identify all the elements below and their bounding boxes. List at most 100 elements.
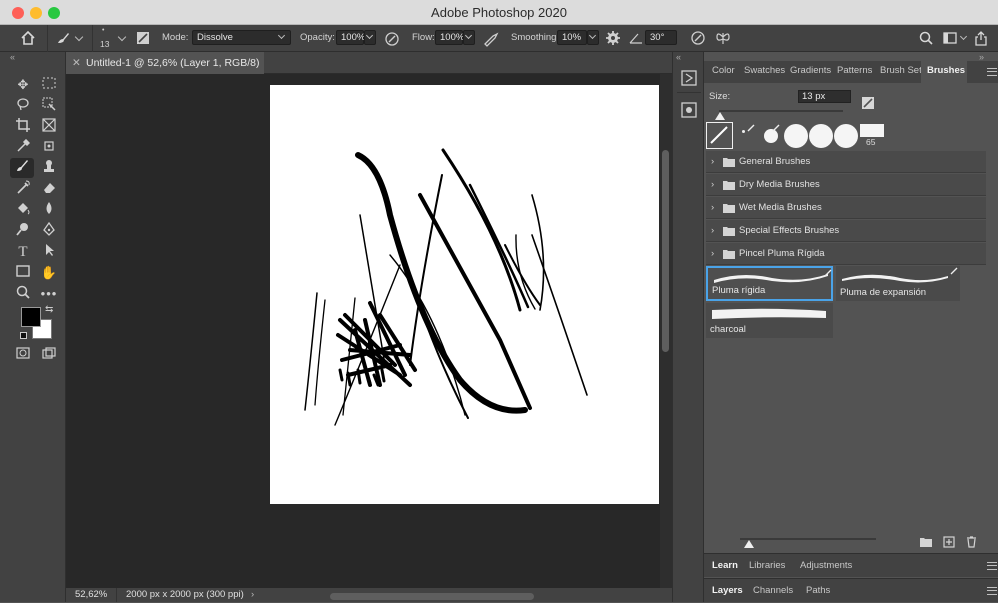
status-menu-chevron-icon[interactable]: › xyxy=(251,588,254,602)
brush-item-pluma-expansion[interactable]: Pluma de expansión xyxy=(836,266,960,301)
zoom-level[interactable]: 52,62% xyxy=(75,588,107,602)
healing-brush-tool-icon[interactable] xyxy=(38,139,60,157)
eraser-tool-icon[interactable] xyxy=(38,180,60,198)
brush-tool-icon[interactable] xyxy=(10,158,34,178)
screen-mode-icon[interactable] xyxy=(38,346,60,364)
brush-folder-general[interactable]: › General Brushes xyxy=(706,151,986,173)
size-slider-thumb[interactable] xyxy=(715,112,725,120)
tab-brushes[interactable]: Brushes xyxy=(921,61,967,83)
gear-icon[interactable] xyxy=(605,30,621,46)
size-input[interactable]: 13 px xyxy=(798,90,851,103)
recent-brush-4[interactable] xyxy=(784,124,808,148)
quick-mask-icon[interactable] xyxy=(12,346,34,364)
smoothing-dropdown[interactable] xyxy=(587,30,599,45)
tab-swatches[interactable]: Swatches xyxy=(744,61,785,83)
document-canvas[interactable] xyxy=(270,85,659,504)
recent-brush-6[interactable] xyxy=(834,124,858,148)
close-tab-icon[interactable]: ✕ xyxy=(72,52,81,74)
new-group-folder-icon[interactable] xyxy=(920,537,932,547)
angle-input[interactable]: 30° xyxy=(645,30,677,45)
tab-brush-settings[interactable]: Brush Sett xyxy=(880,61,921,83)
stamp-tool-icon[interactable] xyxy=(38,159,60,177)
type-tool-icon[interactable]: T xyxy=(12,243,34,261)
recent-brush-1[interactable] xyxy=(706,122,733,149)
crop-tool-icon[interactable] xyxy=(12,118,34,136)
tab-paths[interactable]: Paths xyxy=(806,579,830,603)
horizontal-scroll-thumb[interactable] xyxy=(330,593,534,600)
panel-menu-icon[interactable] xyxy=(987,68,997,76)
brush-folder-pincel-pluma[interactable]: › Pincel Pluma Rígida xyxy=(706,243,986,265)
history-panel-icon[interactable] xyxy=(681,70,697,86)
learn-panel-menu-icon[interactable] xyxy=(987,562,997,570)
tab-color[interactable]: Color xyxy=(712,61,735,83)
create-new-brush-icon[interactable] xyxy=(943,536,955,548)
new-brush-icon[interactable] xyxy=(861,96,875,110)
brush-size-chevron-icon[interactable] xyxy=(117,32,127,42)
minimize-window-button[interactable] xyxy=(30,7,42,19)
pressure-opacity-icon[interactable] xyxy=(384,31,400,47)
preview-size-slider-track[interactable] xyxy=(740,538,876,540)
expand-dock-icon[interactable]: « xyxy=(676,52,681,62)
zoom-window-button[interactable] xyxy=(48,7,60,19)
brush-item-charcoal[interactable]: charcoal xyxy=(706,303,833,338)
brush-preset-chevron-icon[interactable] xyxy=(74,32,84,42)
share-icon[interactable] xyxy=(974,31,988,46)
recent-brush-5[interactable] xyxy=(809,124,833,148)
workspace-icon[interactable] xyxy=(943,32,957,44)
blur-tool-icon[interactable] xyxy=(38,201,60,219)
recent-brush-3[interactable] xyxy=(760,124,782,148)
home-icon[interactable] xyxy=(20,31,36,45)
history-brush-tool-icon[interactable] xyxy=(12,180,34,198)
swap-colors-icon[interactable]: ⇆ xyxy=(45,304,53,315)
tab-libraries[interactable]: Libraries xyxy=(749,554,785,578)
collapse-toolbar-icon[interactable]: « xyxy=(10,52,15,62)
foreground-color-swatch[interactable] xyxy=(21,307,41,327)
pressure-size-icon[interactable] xyxy=(690,30,706,46)
brush-folder-special-effects[interactable]: › Special Effects Brushes xyxy=(706,220,986,242)
smoothing-input[interactable]: 10% xyxy=(557,30,587,45)
default-colors-icon[interactable] xyxy=(20,332,27,339)
eyedropper-tool-icon[interactable] xyxy=(12,138,34,157)
more-tools-icon[interactable]: ••• xyxy=(38,285,60,303)
tab-patterns[interactable]: Patterns xyxy=(837,61,872,83)
close-window-button[interactable] xyxy=(12,7,24,19)
preview-size-slider-thumb[interactable] xyxy=(744,540,754,548)
pen-tool-icon[interactable] xyxy=(38,221,60,240)
marquee-tool-icon[interactable] xyxy=(38,76,60,94)
layers-panel-menu-icon[interactable] xyxy=(987,587,997,595)
lasso-tool-icon[interactable] xyxy=(12,97,34,115)
flow-dropdown[interactable] xyxy=(463,30,475,45)
move-tool-icon[interactable]: ✥ xyxy=(12,76,34,94)
tab-adjustments[interactable]: Adjustments xyxy=(800,554,852,578)
brush-folder-wet-media[interactable]: › Wet Media Brushes xyxy=(706,197,986,219)
symmetry-butterfly-icon[interactable] xyxy=(715,30,731,46)
search-icon[interactable] xyxy=(919,31,933,45)
brush-folder-dry-media[interactable]: › Dry Media Brushes xyxy=(706,174,986,196)
properties-panel-icon[interactable] xyxy=(681,102,697,118)
zoom-tool-icon[interactable] xyxy=(12,285,34,303)
brush-preset-icon[interactable] xyxy=(55,30,71,46)
size-slider-track[interactable] xyxy=(719,110,843,112)
tab-channels[interactable]: Channels xyxy=(753,579,793,603)
opacity-input[interactable]: 100% xyxy=(336,30,365,45)
delete-brush-icon[interactable] xyxy=(966,536,977,548)
document-tab[interactable]: ✕ Untitled-1 @ 52,6% (Layer 1, RGB/8) * xyxy=(66,52,264,91)
recent-brush-2[interactable] xyxy=(738,124,756,148)
frame-tool-icon[interactable] xyxy=(38,118,60,136)
opacity-dropdown[interactable] xyxy=(364,30,376,45)
tab-learn[interactable]: Learn xyxy=(712,554,738,578)
airbrush-icon[interactable] xyxy=(483,31,501,47)
vertical-scroll-thumb[interactable] xyxy=(662,150,669,352)
rectangle-tool-icon[interactable] xyxy=(12,264,34,282)
brush-item-pluma-rigida[interactable]: Pluma rígida xyxy=(706,266,833,301)
workspace-chevron-icon[interactable] xyxy=(959,32,968,41)
object-selection-tool-icon[interactable] xyxy=(38,97,60,115)
tab-gradients[interactable]: Gradients xyxy=(790,61,831,83)
flow-input[interactable]: 100% xyxy=(435,30,464,45)
mode-select[interactable]: Dissolve xyxy=(192,30,291,45)
hand-tool-icon[interactable]: ✋ xyxy=(38,264,60,282)
path-selection-tool-icon[interactable] xyxy=(38,243,60,261)
paint-bucket-tool-icon[interactable] xyxy=(12,201,34,219)
tab-layers[interactable]: Layers xyxy=(712,579,743,603)
dodge-tool-icon[interactable] xyxy=(12,222,34,240)
